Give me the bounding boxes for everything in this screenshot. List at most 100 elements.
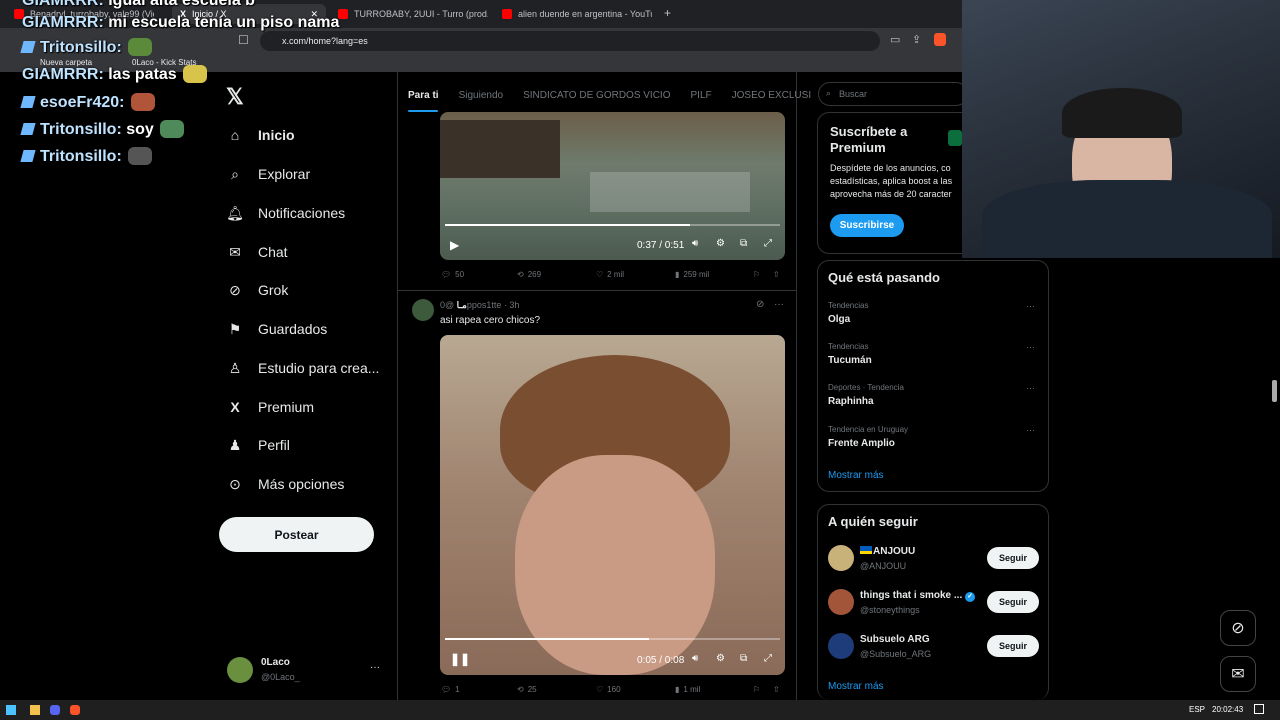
volume-icon[interactable]: 🔊︎ — [692, 238, 698, 249]
nav-home[interactable]: ⌂ Inicio — [226, 120, 295, 150]
share-button[interactable]: ⇧ — [773, 270, 780, 279]
dock-icon[interactable]: ⧉ — [740, 238, 747, 249]
nav-profile[interactable]: ♟ Perfil — [226, 430, 290, 460]
browser-tab[interactable]: alien duende en argentina - YouTube — [502, 4, 652, 24]
reply-button[interactable]: 💬︎ 1 — [441, 685, 460, 694]
trend-name[interactable]: Olga — [828, 314, 850, 325]
settings-icon[interactable]: ⚙ — [716, 653, 725, 664]
discord-icon[interactable] — [50, 705, 60, 715]
moderator-badge-icon — [20, 150, 36, 162]
premium-title: Suscríbete a Premium — [830, 124, 908, 155]
avatar[interactable] — [227, 657, 253, 683]
grok-icon: ⊘ — [1231, 620, 1245, 637]
nav-premium[interactable]: X Premium — [226, 392, 314, 422]
tab-list[interactable]: JOSEO EXCLUSI — [722, 90, 821, 101]
play-icon[interactable]: ▶ — [450, 238, 459, 252]
share-icon[interactable]: ⇪ — [912, 33, 921, 46]
views-button[interactable]: ▮ 259 mil — [675, 270, 709, 279]
video-progress-track[interactable] — [445, 638, 780, 640]
brave-icon[interactable] — [70, 705, 80, 715]
like-button[interactable]: ♡ 2 mil — [596, 270, 624, 279]
like-button[interactable]: ♡ 160 — [596, 685, 621, 694]
tab-list[interactable]: SINDICATO DE GORDOS VICIO — [513, 90, 680, 101]
video-player[interactable]: ❚❚ 0:05 / 0:08 🔊︎ ⚙ ⧉ ⤢ — [440, 335, 785, 675]
tab-for-you[interactable]: Para ti — [398, 90, 449, 101]
who-to-follow-title: A quién seguir — [828, 514, 918, 529]
nav-grok[interactable]: ⊘ Grok — [226, 275, 288, 305]
tab-list[interactable]: PILF — [681, 90, 722, 101]
more-icon[interactable]: ··· — [774, 299, 784, 310]
avatar[interactable] — [412, 299, 434, 321]
tab-following[interactable]: Siguiendo — [449, 90, 513, 101]
nav-creator-studio[interactable]: ♙ Estudio para crea... — [226, 353, 380, 383]
fullscreen-icon[interactable]: ⤢ — [764, 238, 772, 249]
bookmark-star-icon[interactable]: ☐ — [238, 33, 249, 47]
messages-float-button[interactable]: ✉ — [1220, 656, 1256, 692]
repost-button[interactable]: ⟲ 269 — [517, 270, 541, 279]
dock-icon[interactable]: ⧉ — [740, 653, 747, 664]
post-time[interactable]: · 3h — [504, 300, 520, 310]
scrollbar-thumb[interactable] — [1272, 380, 1277, 402]
language-indicator[interactable]: ESP — [1189, 705, 1205, 714]
pause-icon[interactable]: ❚❚ — [450, 652, 470, 666]
avatar[interactable] — [828, 633, 854, 659]
post-button[interactable]: Postear — [219, 517, 374, 552]
webcam-overlay — [962, 0, 1280, 258]
follow-button[interactable]: Seguir — [987, 635, 1039, 657]
avatar[interactable] — [828, 545, 854, 571]
clock[interactable]: 20:02:43 — [1212, 705, 1243, 714]
follow-suggestion-name[interactable]: Subsuelo ARG — [860, 634, 930, 645]
address-bar[interactable]: x.com/home?lang=es — [260, 31, 880, 51]
subscribe-button[interactable]: Suscribirse — [830, 214, 904, 237]
author-name[interactable]: مـا — [457, 300, 467, 310]
show-more-link[interactable]: Mostrar más — [828, 470, 884, 481]
bookmark-button[interactable]: ⚐ — [753, 270, 760, 279]
repost-button[interactable]: ⟲ 25 — [517, 685, 537, 694]
trend-more-icon[interactable]: ··· — [1026, 342, 1035, 352]
nav-chat[interactable]: ✉ Chat — [226, 237, 287, 267]
views-button[interactable]: ▮ 1 mil — [675, 685, 700, 694]
nav-more[interactable]: ⊙ Más opciones — [226, 469, 344, 499]
author-handle[interactable]: @0ppos1tte — [440, 300, 501, 310]
nav-notifications[interactable]: 🔔︎ Notificaciones — [226, 198, 345, 228]
account-more-icon[interactable]: ··· — [370, 662, 380, 673]
new-tab-button[interactable]: + — [664, 6, 671, 20]
trend-more-icon[interactable]: ··· — [1026, 425, 1035, 435]
settings-icon[interactable]: ⚙ — [716, 238, 725, 249]
windows-start-icon[interactable] — [6, 705, 16, 715]
x-logo-icon[interactable]: 𝕏 — [226, 84, 244, 110]
follow-button[interactable]: Seguir — [987, 547, 1039, 569]
repost-icon: ⟲ — [517, 270, 524, 279]
trend-name[interactable]: Frente Amplio — [828, 438, 895, 449]
chat-message: GIAMRRR: mi escuela tenía un piso nama — [22, 14, 340, 31]
chat-message: GIAMRRR: igual alta escuela b — [22, 0, 255, 9]
volume-icon[interactable]: 🔊︎ — [692, 653, 698, 664]
trend-more-icon[interactable]: ··· — [1026, 301, 1035, 311]
cast-icon[interactable]: ▭ — [890, 33, 900, 46]
follow-suggestion-name[interactable]: ANJOUU — [860, 546, 915, 557]
grok-float-button[interactable]: ⊘ — [1220, 610, 1256, 646]
brave-shield-icon[interactable] — [934, 33, 946, 46]
grok-icon[interactable]: ⊘ — [756, 299, 764, 310]
share-button[interactable]: ⇧ — [773, 685, 780, 694]
nav-bookmarks[interactable]: ⚑ Guardados — [226, 314, 328, 344]
file-explorer-icon[interactable] — [30, 705, 40, 715]
reply-button[interactable]: 💬︎ 50 — [441, 270, 464, 279]
browser-tab[interactable]: TURROBABY, 2UUI - Turro (prod. Tub — [338, 4, 488, 24]
views-icon: ▮ — [675, 685, 680, 694]
trend-name[interactable]: Raphinha — [828, 396, 874, 407]
bookmark-button[interactable]: ⚐ — [753, 685, 760, 694]
notification-icon[interactable] — [1254, 704, 1264, 714]
nav-explore[interactable]: ⌕ Explorar — [226, 159, 310, 189]
trend-more-icon[interactable]: ··· — [1026, 383, 1035, 393]
trend-name[interactable]: Tucumán — [828, 355, 872, 366]
follow-suggestion-name[interactable]: things that i smoke ... ✓ — [860, 590, 976, 602]
video-player[interactable]: ▶ 0:37 / 0:51 🔊︎ ⚙ ⧉ ⤢ — [440, 112, 785, 260]
reply-icon: 💬︎ — [441, 685, 452, 694]
search-input[interactable]: ⌕ Buscar — [818, 82, 968, 106]
video-progress-track[interactable] — [445, 224, 780, 226]
show-more-link[interactable]: Mostrar más — [828, 681, 884, 692]
follow-button[interactable]: Seguir — [987, 591, 1039, 613]
avatar[interactable] — [828, 589, 854, 615]
fullscreen-icon[interactable]: ⤢ — [764, 653, 772, 664]
